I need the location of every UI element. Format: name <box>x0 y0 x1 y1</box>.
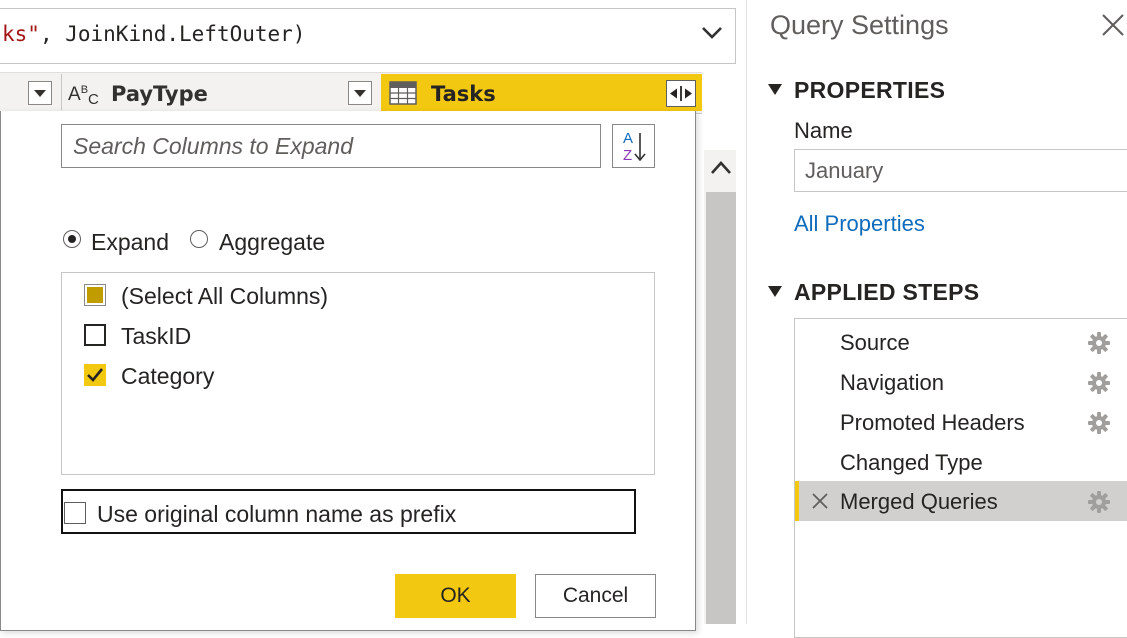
gear-icon[interactable] <box>1088 491 1110 513</box>
prefix-checkbox[interactable] <box>64 502 86 524</box>
ok-button[interactable]: OK <box>395 574 516 618</box>
expand-radio[interactable] <box>63 230 81 248</box>
step-navigation[interactable]: Navigation <box>795 362 1127 402</box>
paytype-filter-dropdown[interactable] <box>348 81 372 105</box>
type-letter-a: A <box>68 84 81 105</box>
name-label: Name <box>794 118 853 143</box>
gear-icon[interactable] <box>1088 372 1110 394</box>
type-letter-b: B <box>80 84 89 96</box>
step-label: Navigation <box>840 370 944 395</box>
checkmark-icon <box>87 368 104 382</box>
query-settings-title: Query Settings <box>770 10 949 40</box>
table-icon <box>389 81 417 105</box>
chevron-down-icon[interactable] <box>700 24 724 42</box>
delete-step-icon[interactable] <box>811 492 829 510</box>
column-filter-dropdown-left[interactable] <box>28 81 52 105</box>
step-merged-queries[interactable]: Merged Queries <box>795 481 1127 521</box>
scroll-up-icon[interactable] <box>709 158 733 176</box>
expand-radio-label[interactable]: Expand <box>91 229 169 256</box>
sort-az-icon: A Z <box>623 130 646 164</box>
step-promoted-headers[interactable]: Promoted Headers <box>795 402 1127 442</box>
gear-icon[interactable] <box>1088 332 1110 354</box>
select-all-label[interactable]: (Select All Columns) <box>121 283 328 310</box>
collapse-applied-steps-icon[interactable] <box>768 286 782 297</box>
all-properties-link[interactable]: All Properties <box>794 211 925 237</box>
category-label[interactable]: Category <box>121 363 214 390</box>
scrollbar-thumb[interactable] <box>706 192 736 624</box>
collapse-properties-icon[interactable] <box>768 84 782 95</box>
formula-string-fragment: ks" <box>2 22 40 46</box>
step-label: Changed Type <box>840 450 983 475</box>
column-header-tasks[interactable] <box>381 74 702 111</box>
cancel-button[interactable]: Cancel <box>535 574 656 618</box>
svg-text:A: A <box>623 130 633 147</box>
aggregate-radio-label[interactable]: Aggregate <box>219 229 325 256</box>
select-all-checkbox[interactable] <box>84 284 106 306</box>
step-label: Promoted Headers <box>840 410 1025 435</box>
text-abc-icon[interactable]: ABC <box>68 84 99 108</box>
taskid-checkbox[interactable] <box>84 324 106 346</box>
formula-text[interactable]: ks", JoinKind.LeftOuter) <box>2 22 305 46</box>
step-label: Merged Queries <box>840 489 998 514</box>
aggregate-radio[interactable] <box>190 230 208 248</box>
type-letter-c: C <box>88 91 99 108</box>
indeterminate-mark <box>87 287 103 303</box>
category-checkbox[interactable] <box>84 364 106 386</box>
close-icon[interactable] <box>1101 13 1125 37</box>
pane-divider <box>746 0 747 624</box>
sort-az-button[interactable]: A Z <box>612 124 655 168</box>
column-header-paytype[interactable]: PayType <box>111 82 208 106</box>
step-source[interactable]: Source <box>795 322 1127 362</box>
prefix-label[interactable]: Use original column name as prefix <box>97 501 456 528</box>
formula-code-fragment: , JoinKind.LeftOuter) <box>39 22 306 46</box>
gear-icon[interactable] <box>1088 412 1110 434</box>
expand-column-button[interactable] <box>666 80 696 107</box>
step-label: Source <box>840 330 910 355</box>
applied-steps-section-title[interactable]: APPLIED STEPS <box>794 279 979 306</box>
svg-text:Z: Z <box>623 147 632 164</box>
caret-down-icon <box>34 90 46 97</box>
step-changed-type[interactable]: Changed Type <box>795 442 1127 482</box>
taskid-label[interactable]: TaskID <box>121 323 191 350</box>
tasks-header-label: Tasks <box>431 82 496 106</box>
search-columns-input[interactable] <box>61 124 601 168</box>
caret-down-icon <box>354 90 366 97</box>
column-separator <box>61 74 62 110</box>
expand-arrows-icon <box>670 86 692 101</box>
properties-section-title[interactable]: PROPERTIES <box>794 77 945 104</box>
query-name-input[interactable] <box>794 149 1127 192</box>
